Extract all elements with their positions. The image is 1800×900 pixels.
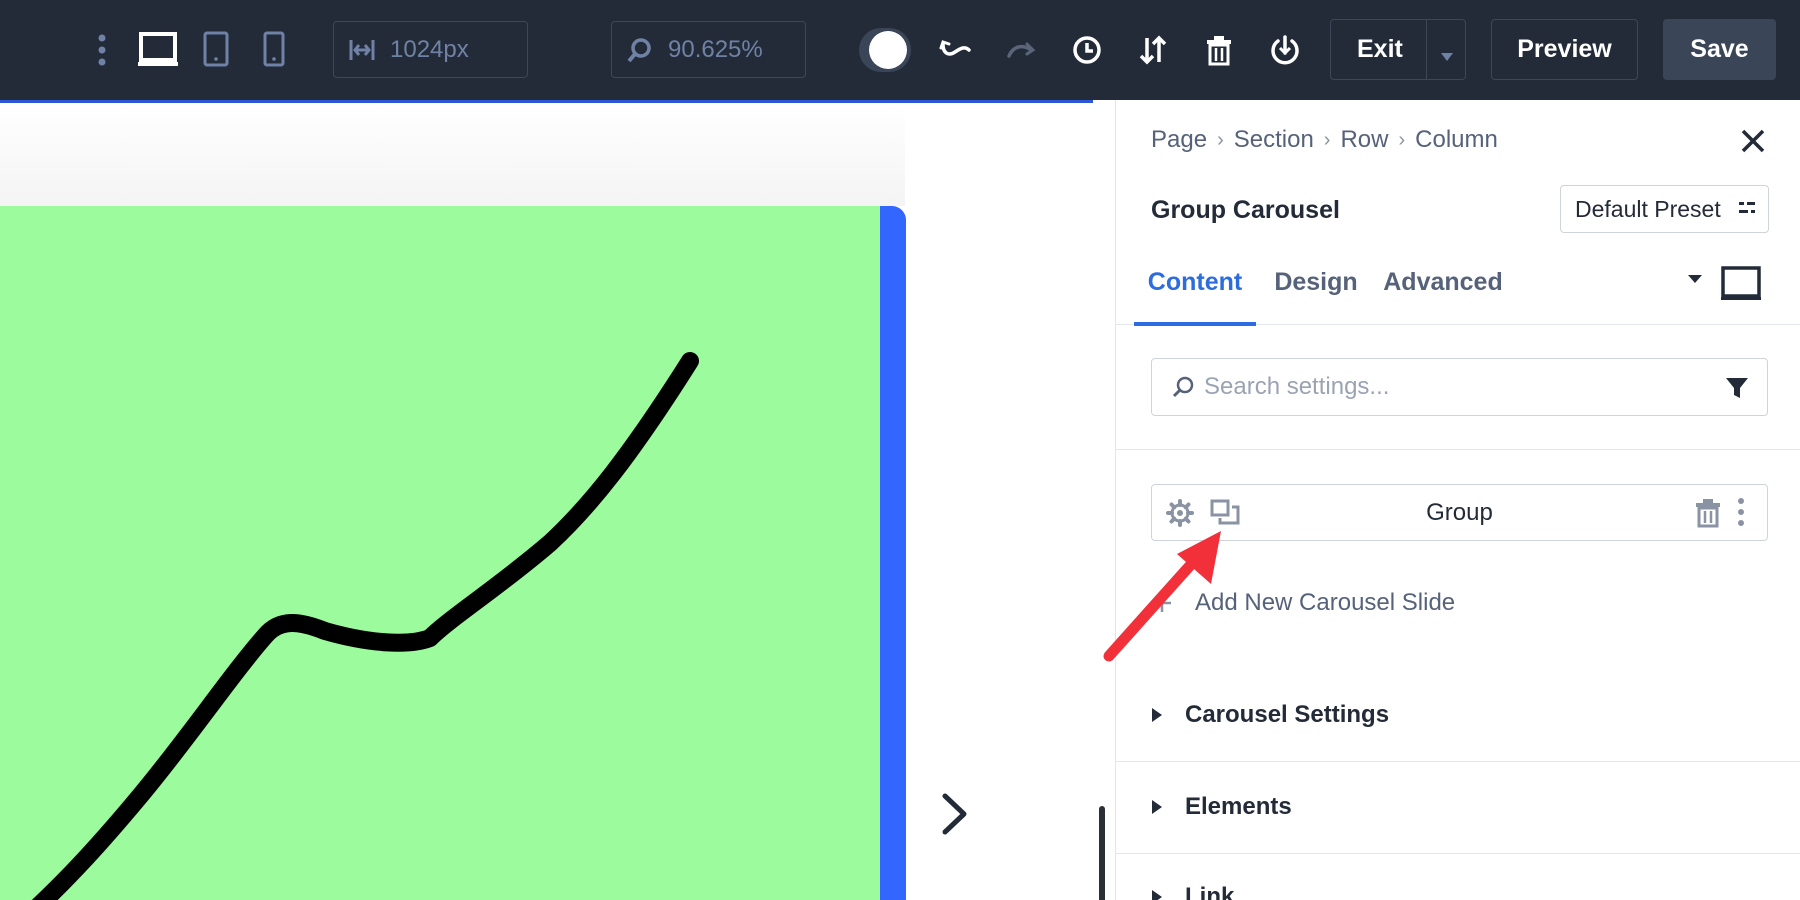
preset-label: Default Preset [1575,195,1721,222]
filter-icon[interactable] [1725,376,1749,400]
canvas-width-value: 1024px [390,35,469,63]
zoom-value: 90.625% [668,35,763,63]
breadcrumb-row[interactable]: Row [1340,126,1388,154]
divider [1116,449,1800,450]
section-elements[interactable]: Elements [1151,787,1292,827]
group-item-label: Group [1426,499,1493,526]
tab-content-label: Content [1147,268,1243,296]
section-carousel-settings-label: Carousel Settings [1185,701,1390,728]
undo-icon[interactable] [938,30,972,70]
exit-dropdown-divider [1426,20,1427,79]
exit-button[interactable]: Exit [1330,19,1466,80]
plus-icon [1153,594,1171,612]
sort-icon[interactable] [1136,30,1170,70]
carousel-slide[interactable] [0,206,880,900]
tab-advanced-label: Advanced [1383,268,1503,296]
save-button[interactable]: Save [1663,19,1776,80]
triangle-right-icon [1152,708,1162,722]
section-link[interactable]: Link [1151,877,1234,900]
module-title: Group Carousel [1151,196,1340,224]
desktop-icon [1721,266,1761,298]
chevron-down-icon[interactable] [1439,42,1455,61]
breadcrumb-page[interactable]: Page [1151,126,1207,154]
kebab-icon[interactable] [1734,497,1748,527]
page-header-strip [0,103,905,206]
canvas-scrollbar[interactable] [1099,806,1105,900]
caret-icon [1688,275,1702,283]
add-carousel-slide-button[interactable]: Add New Carousel Slide [1151,589,1455,617]
breadcrumb-section[interactable]: Section [1234,126,1314,154]
divider [1116,853,1800,854]
breadcrumb-separator-icon: › [1323,128,1331,151]
breadcrumb-column[interactable]: Column [1415,126,1498,154]
settings-panel: Page › Section › Row › Column Group Caro… [1115,100,1800,900]
breadcrumb: Page › Section › Row › Column [1151,126,1498,154]
theme-toggle-icon[interactable] [858,25,912,75]
slide-line-drawing [31,352,699,900]
carousel-next-arrow-icon[interactable] [934,784,974,844]
breadcrumb-separator-icon: › [1398,128,1406,151]
desktop-view-icon[interactable] [136,28,180,70]
device-switcher[interactable] [1688,265,1778,305]
top-toolbar: 1024px 90.625% Exit Preview Save [0,0,1800,100]
tablet-view-icon[interactable] [200,28,232,70]
tab-design-label: Design [1274,268,1358,296]
phone-view-icon[interactable] [260,28,288,70]
close-icon[interactable] [1738,126,1768,156]
search-icon [1172,376,1194,398]
exit-label: Exit [1357,35,1403,63]
section-elements-label: Elements [1185,793,1292,820]
add-slide-label: Add New Carousel Slide [1195,589,1456,616]
breadcrumb-separator-icon: › [1217,128,1224,151]
preview-button[interactable]: Preview [1491,19,1638,80]
zoom-icon [627,37,651,62]
search-placeholder: Search settings... [1204,373,1390,400]
tab-content[interactable]: Content [1134,263,1256,326]
history-icon[interactable] [1070,30,1104,70]
divider [1116,761,1800,762]
triangle-right-icon [1152,800,1162,814]
preset-selector[interactable]: Default Preset [1560,185,1769,233]
tab-advanced[interactable]: Advanced [1378,263,1508,325]
width-icon [349,39,375,60]
search-settings-input[interactable]: Search settings... [1151,358,1768,416]
redo-icon[interactable] [1004,30,1038,70]
canvas-width-field[interactable]: 1024px [333,21,528,78]
preset-icon [1739,202,1755,213]
trash-icon[interactable] [1202,30,1236,70]
section-carousel-settings[interactable]: Carousel Settings [1151,695,1389,735]
more-vertical-icon[interactable] [90,30,114,70]
trash-icon[interactable] [1694,498,1722,528]
builder-canvas[interactable] [0,100,1115,900]
zoom-field[interactable]: 90.625% [611,21,806,78]
triangle-right-icon [1152,890,1162,900]
tab-design[interactable]: Design [1266,263,1366,325]
power-icon[interactable] [1268,30,1302,70]
carousel-group-item[interactable]: Group [1151,484,1768,541]
section-link-label: Link [1185,883,1235,900]
